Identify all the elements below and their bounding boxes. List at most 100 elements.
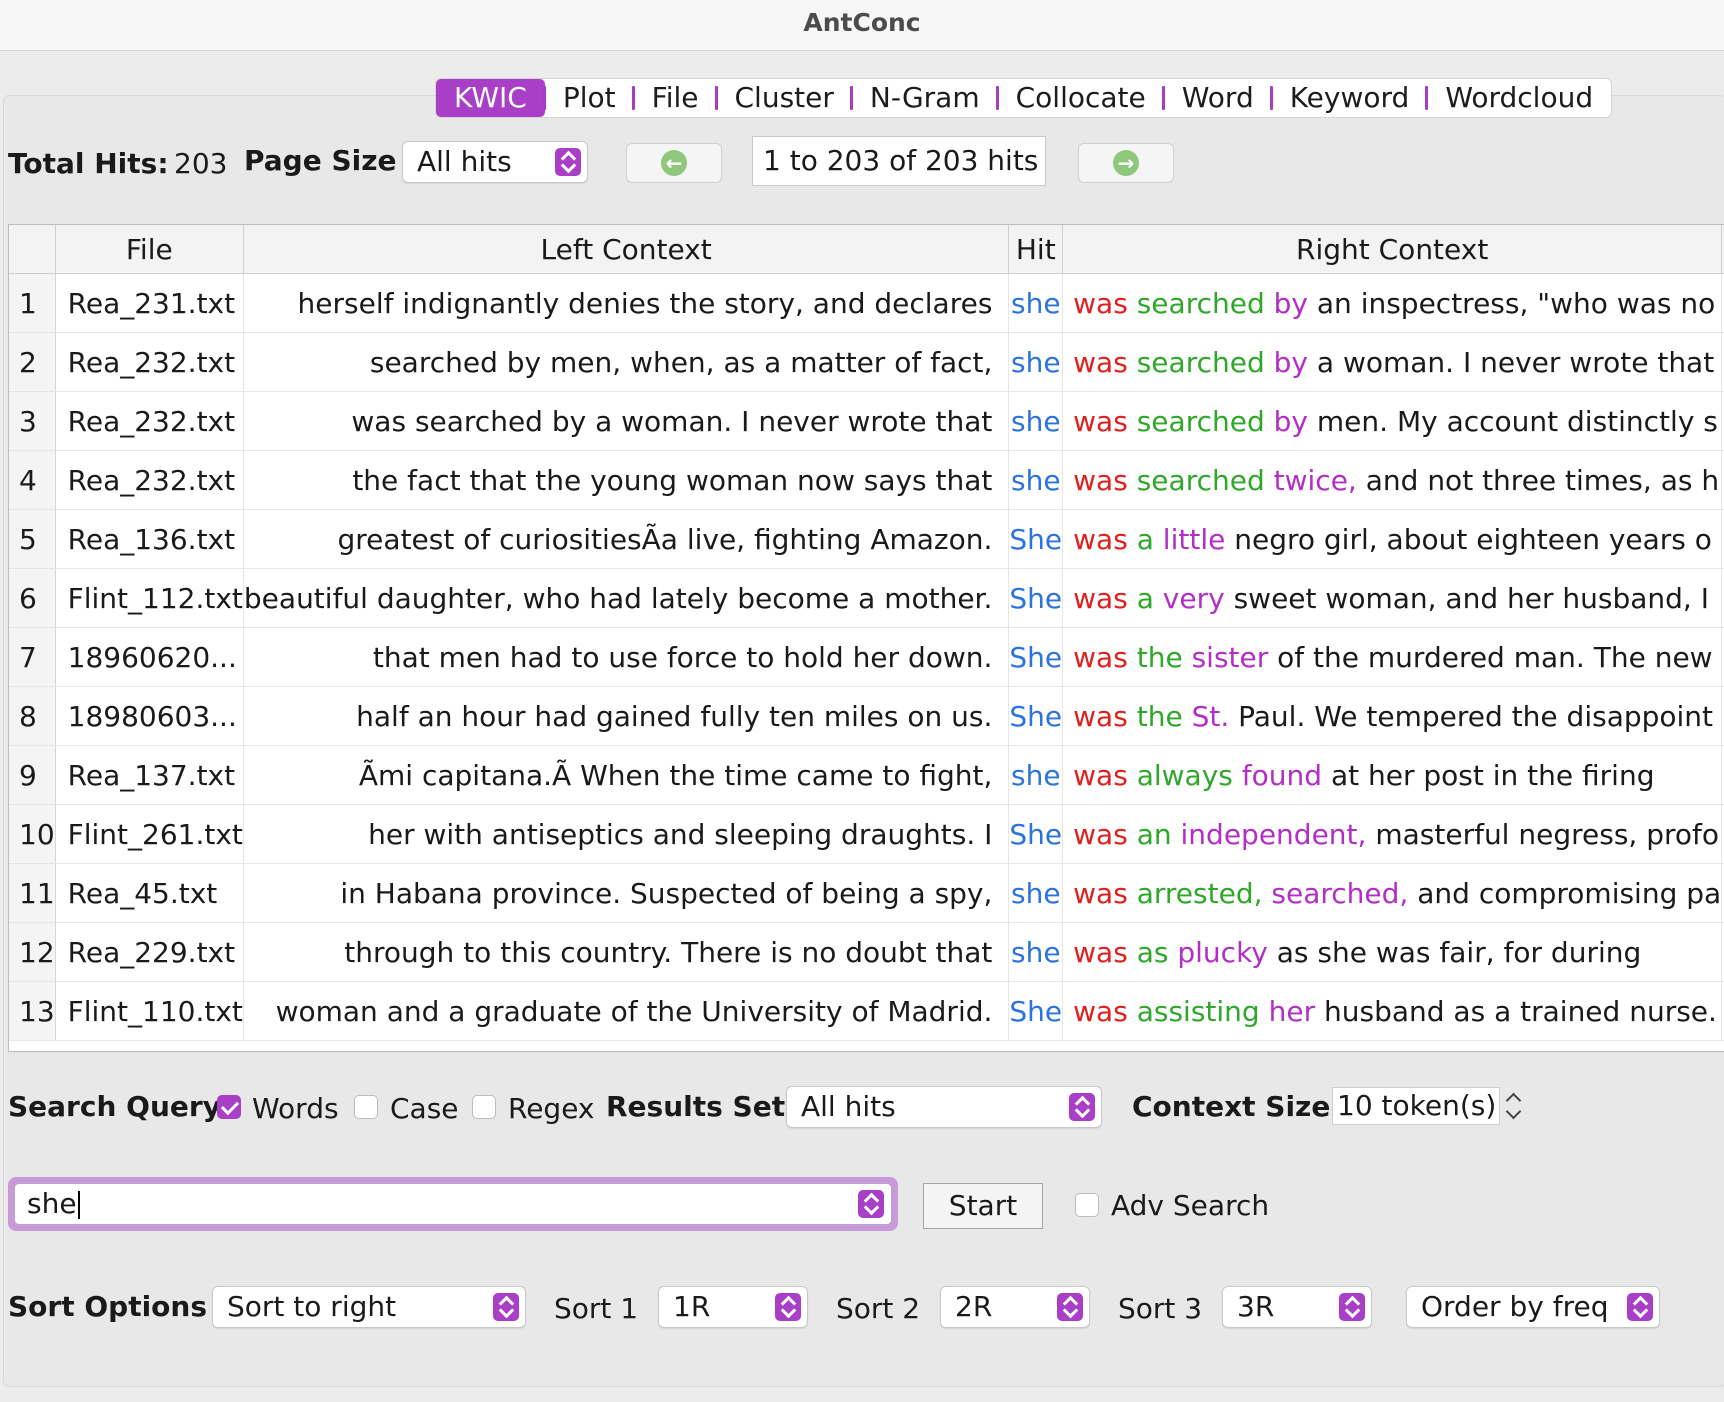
tab-ngram[interactable]: N-Gram [852,79,999,117]
right-word-3: twice, [1273,463,1357,497]
left-context-text: was searched by a woman. I never wrote t… [351,404,993,438]
right-word-2: a [1136,581,1154,615]
row-index: 11 [9,863,56,923]
tab-wordcloud[interactable]: Wordcloud [1427,79,1611,117]
context-size-field[interactable]: 10 token(s) [1332,1087,1500,1125]
adv-search-checkbox[interactable] [1075,1193,1099,1217]
next-page-button[interactable]: → [1078,143,1174,183]
table-row[interactable]: 7 18960620... that men had to use force to… [9,627,1724,687]
right-word-1: was [1073,935,1128,969]
row-index: 6 [9,568,56,628]
file-cell: Rea_232.txt [55,450,244,510]
file-cell: Rea_232.txt [55,391,244,451]
file-cell: Flint_110.txt [55,981,244,1041]
sort3-label: Sort 3 [1118,1292,1203,1325]
start-button[interactable]: Start [923,1183,1043,1229]
sort1-select[interactable]: 1R [658,1286,808,1328]
hit-cell: She [1008,568,1064,628]
order-select[interactable]: Order by freq [1406,1286,1660,1328]
column-header-index[interactable] [9,225,56,274]
right-context-rest: a woman. I never wrote that [1316,345,1715,379]
table-row[interactable]: 5 Rea_136.txt greatest of curiositiesÃa li… [9,509,1724,569]
chevron-updown-icon [1627,1293,1653,1321]
right-context-rest: men. My account distinctly s [1316,404,1718,438]
table-row[interactable]: 2 Rea_232.txt searched by men, when, as a … [9,332,1724,392]
table-row[interactable]: 1 Rea_231.txt herself indignantly denies t… [9,273,1724,333]
left-context-text: greatest of curiositiesÃa live, fighting… [337,522,993,556]
table-row[interactable]: 13 Flint_110.txt woman and a graduate of t… [9,981,1724,1041]
chevron-updown-icon [775,1293,801,1321]
row-index: 4 [9,450,56,510]
hit-cell: She [1008,509,1064,569]
sort2-select[interactable]: 2R [940,1286,1090,1328]
table-row[interactable]: 11 Rea_45.txt in Habana province. Suspecte… [9,863,1724,923]
left-context-text: herself indignantly denies the story, an… [297,286,993,320]
context-size-stepper[interactable] [1504,1087,1526,1125]
right-context-rest: sweet woman, and her husband, I [1233,581,1709,615]
chevron-updown-icon [493,1293,519,1321]
right-word-2: searched [1136,404,1265,438]
right-context-cell: was searched twice, and not three times,… [1062,450,1723,510]
sort3-select[interactable]: 3R [1222,1286,1372,1328]
case-checkbox[interactable] [354,1095,378,1119]
left-context-cell: searched by men, when, as a matter of fa… [243,332,1010,392]
table-row[interactable]: 6 Flint_112.txt beautiful daughter, who ha… [9,568,1724,628]
chevron-down-icon[interactable] [858,1190,884,1218]
left-context-cell: in Habana province. Suspected of being a… [243,863,1010,923]
left-context-text: the fact that the young woman now says t… [352,463,993,497]
table-row[interactable]: 3 Rea_232.txt was searched by a woman. I n… [9,391,1724,451]
right-word-2: searched [1136,286,1265,320]
right-word-3: by [1273,286,1308,320]
page-size-select[interactable]: All hits [402,141,588,183]
sort-mode-select[interactable]: Sort to right [212,1286,526,1328]
tab-bar: KWIC Plot File Cluster N-Gram Collocate … [435,78,1613,118]
tab-cluster[interactable]: Cluster [717,79,854,117]
arrow-left-circle-icon: ← [661,150,687,176]
right-context-cell: was searched by an inspectress, "who was… [1062,273,1723,333]
column-header-right-context[interactable]: Right Context [1062,225,1723,274]
page-size-label: Page Size [244,144,397,177]
table-row[interactable]: 8 18980603... half an hour had gained full… [9,686,1724,746]
context-size-label: Context Size [1132,1090,1331,1123]
right-context-cell: was a very sweet woman, and her husband,… [1062,568,1723,628]
right-word-3: independent, [1180,817,1367,851]
kwic-table: File Left Context Hit Right Context 1 Rea… [8,224,1724,1052]
tab-collocate[interactable]: Collocate [998,79,1165,117]
tab-plot[interactable]: Plot [545,79,635,117]
right-context-cell: was searched by a woman. I never wrote t… [1062,332,1723,392]
regex-checkbox[interactable] [472,1095,496,1119]
hit-cell: she [1008,332,1064,392]
row-index: 5 [9,509,56,569]
column-header-file[interactable]: File [55,225,244,274]
table-row[interactable]: 9 Rea_137.txt Ãmi capitana.Ã When the time… [9,745,1724,805]
left-context-cell: herself indignantly denies the story, an… [243,273,1010,333]
right-word-1: was [1073,581,1128,615]
search-input[interactable]: she [14,1183,892,1225]
column-header-left-context[interactable]: Left Context [243,225,1010,274]
left-context-text: through to this country. There is no dou… [344,935,993,969]
table-row[interactable]: 4 Rea_232.txt the fact that the young woma… [9,450,1724,510]
table-row[interactable]: 10 Flint_261.txt her with antiseptics and … [9,804,1724,864]
left-context-cell: the fact that the young woman now says t… [243,450,1010,510]
prev-page-button[interactable]: ← [626,143,722,183]
tab-kwic[interactable]: KWIC [436,79,546,117]
right-word-1: was [1073,876,1128,910]
results-set-select[interactable]: All hits [786,1086,1102,1128]
right-word-3: by [1273,345,1308,379]
tab-keyword[interactable]: Keyword [1272,79,1428,117]
right-word-3: searched, [1271,876,1409,910]
left-context-text: that men had to use force to hold her do… [372,640,993,674]
right-context-rest: Paul. We tempered the disappoint [1238,699,1714,733]
results-set-value: All hits [801,1090,896,1123]
table-row[interactable]: 12 Rea_229.txt through to this country. Th… [9,922,1724,982]
tab-word[interactable]: Word [1164,79,1273,117]
right-word-2: an [1136,817,1172,851]
right-word-2: arrested, [1136,876,1263,910]
tab-file[interactable]: File [634,79,718,117]
right-word-2: searched [1136,463,1265,497]
words-checkbox[interactable] [217,1095,241,1119]
right-context-cell: was always found at her post in the firi… [1062,745,1723,805]
right-word-3: her [1268,994,1316,1028]
column-header-hit[interactable]: Hit [1008,225,1064,274]
file-cell: Rea_232.txt [55,332,244,392]
